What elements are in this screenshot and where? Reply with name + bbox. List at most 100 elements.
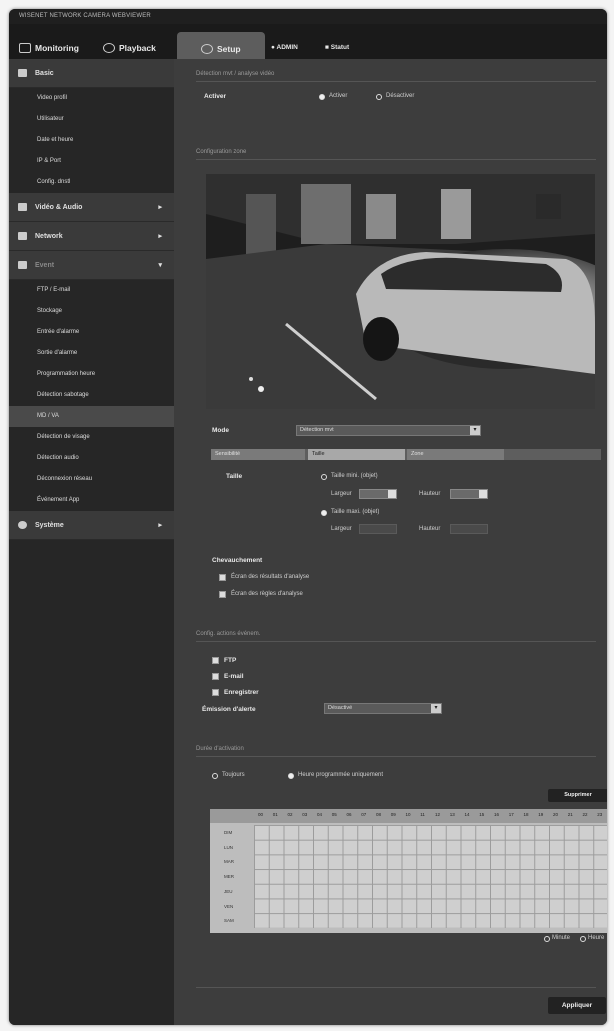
schedule-hour-label: 03 — [302, 812, 308, 817]
status-link[interactable]: ■ Statut — [321, 38, 349, 58]
camera-video-preview[interactable] — [206, 174, 595, 409]
emission-alerte-label: Émission d'alerte — [202, 706, 256, 713]
sidebar-group-label: Network — [35, 233, 63, 240]
mode-select[interactable]: Détection mvt ▾ — [296, 425, 481, 436]
schedule-day-label: LUN — [224, 844, 234, 850]
taille-mini-radio[interactable] — [321, 474, 327, 480]
ecran-resultats-checkbox[interactable] — [219, 574, 226, 581]
appliquer-button[interactable]: Appliquer — [548, 997, 606, 1014]
playback-label: Playback — [119, 43, 156, 53]
sidebar-item-ftp-email[interactable]: FTP / E-mail — [9, 280, 174, 301]
sidebar-group-system[interactable]: Système ▸ — [9, 511, 174, 540]
largeur-maxi-stepper[interactable] — [359, 524, 397, 534]
monitoring-label: Monitoring — [35, 43, 79, 53]
sidebar-group-label: Event — [35, 262, 55, 269]
sidebar-group-label: Basic — [35, 70, 54, 77]
main-panel: Détection mvt / analyse vidéo Activer Ac… — [174, 59, 607, 1025]
emission-alerte-select[interactable]: Désactivé ▾ — [324, 703, 442, 714]
sidebar-item-utilisateur[interactable]: Utilisateur — [9, 109, 174, 130]
sidebar-group-video-audio[interactable]: Vidéo & Audio ▸ — [9, 193, 174, 222]
sidebar-item-video-profil[interactable]: Video profil — [9, 88, 174, 109]
sidebar-item-sortie-alarme[interactable]: Sortie d'alarme — [9, 343, 174, 364]
stepper-arrows-icon — [388, 490, 396, 498]
mode-label: Mode — [212, 427, 229, 434]
playback-tab[interactable]: Playback — [99, 38, 156, 58]
activer-label: Activer — [204, 93, 227, 100]
chevron-right-icon: ▸ — [158, 204, 162, 211]
sidebar-item-entree-alarme[interactable]: Entrée d'alarme — [9, 322, 174, 343]
camera-image — [206, 174, 595, 409]
monitor-icon — [19, 43, 31, 53]
schedule-hour-label: 15 — [479, 812, 485, 817]
section-title-config: Configuration zone — [196, 149, 247, 155]
admin-link[interactable]: ● ADMIN — [267, 38, 298, 58]
section-title-schedule: Durée d'activation — [196, 746, 244, 752]
sidebar-item-programmation-heure[interactable]: Programmation heure — [9, 364, 174, 385]
sidebar-item-detection-audio[interactable]: Détection audio — [9, 448, 174, 469]
sidebar-group-event[interactable]: Event ▾ — [9, 251, 174, 280]
schedule-hour-label: 21 — [567, 812, 573, 817]
hauteur-maxi-label: Hauteur — [419, 526, 441, 532]
heure-programmee-radio[interactable] — [288, 773, 294, 779]
sidebar-item-ip-port[interactable]: IP & Port — [9, 151, 174, 172]
ftp-label: FTP — [224, 657, 237, 664]
schedule-cells[interactable] — [254, 825, 607, 928]
schedule-hour-label: 02 — [287, 812, 293, 817]
video-icon — [18, 203, 27, 211]
tab-zone[interactable]: Zone — [407, 449, 504, 460]
sidebar-item-detection-visage[interactable]: Détection de visage — [9, 427, 174, 448]
sidebar: Basic Video profil Utilisateur Date et h… — [9, 59, 174, 1025]
schedule-hour-label: 08 — [376, 812, 382, 817]
taille-maxi-radio[interactable] — [321, 510, 327, 516]
sidebar-item-deconnexion-reseau[interactable]: Déconnexion réseau — [9, 469, 174, 490]
window-title: WISENET NETWORK CAMERA WEBVIEWER — [9, 9, 607, 24]
email-checkbox[interactable] — [212, 673, 219, 680]
tab-sensibilite[interactable]: Sensibilité — [211, 449, 305, 460]
status-icon: ■ — [325, 44, 329, 51]
app-window: WISENET NETWORK CAMERA WEBVIEWER Monitor… — [9, 9, 607, 1025]
schedule-hour-label: 11 — [420, 812, 425, 817]
chevauchement-label: Chevauchement — [212, 557, 263, 564]
mode-value: Détection mvt — [300, 427, 334, 433]
sidebar-item-date-heure[interactable]: Date et heure — [9, 130, 174, 151]
emission-alerte-value: Désactivé — [328, 705, 353, 711]
sidebar-item-config-dnstl[interactable]: Config. dnstl — [9, 172, 174, 193]
schedule-hour-label: 05 — [331, 812, 337, 817]
sidebar-item-md-va[interactable]: MD / VA — [9, 406, 174, 427]
schedule-hour-label: 16 — [494, 812, 500, 817]
section-divider — [196, 159, 596, 160]
sidebar-item-evenement-app[interactable]: Événement App — [9, 490, 174, 511]
desactiver-radio[interactable] — [376, 94, 382, 100]
sidebar-group-network[interactable]: Network ▸ — [9, 222, 174, 251]
monitoring-tab[interactable]: Monitoring — [15, 38, 79, 58]
sidebar-item-detection-sabotage[interactable]: Détection sabotage — [9, 385, 174, 406]
tab-taille[interactable]: Taille — [308, 449, 405, 460]
chevron-right-icon: ▸ — [158, 522, 162, 529]
hauteur-maxi-stepper[interactable] — [450, 524, 488, 534]
largeur-maxi-label: Largeur — [331, 526, 352, 532]
schedule-hour-label: 22 — [582, 812, 588, 817]
sidebar-item-stockage[interactable]: Stockage — [9, 301, 174, 322]
schedule-day-label: DIM — [224, 830, 233, 835]
enregistrer-checkbox[interactable] — [212, 689, 219, 696]
minute-radio[interactable] — [544, 936, 550, 942]
basic-icon — [18, 69, 27, 77]
heure-label: Heure — [588, 935, 605, 941]
status-label: Statut — [330, 44, 350, 51]
schedule-grid[interactable]: 00 01 02 03 04 05 06 07 08 09 10 11 12 13 14 15 16 17 18 19… — [210, 809, 607, 933]
hauteur-mini-stepper[interactable] — [450, 489, 488, 499]
ecran-resultats-label: Écran des résultats d'analyse — [231, 574, 310, 580]
activer-radio[interactable] — [319, 94, 325, 100]
sidebar-group-basic[interactable]: Basic — [9, 59, 174, 88]
supprimer-button[interactable]: Supprimer — [548, 789, 607, 802]
ecran-regles-label: Écran des règles d'analyse — [231, 591, 303, 597]
heure-radio[interactable] — [580, 936, 586, 942]
section-divider — [196, 81, 596, 82]
chevron-down-icon: ▾ — [431, 704, 441, 713]
largeur-mini-stepper[interactable] — [359, 489, 397, 499]
ftp-checkbox[interactable] — [212, 657, 219, 664]
schedule-hour-label: 14 — [464, 812, 470, 817]
toujours-radio[interactable] — [212, 773, 218, 779]
section-divider — [196, 756, 596, 757]
ecran-regles-checkbox[interactable] — [219, 591, 226, 598]
